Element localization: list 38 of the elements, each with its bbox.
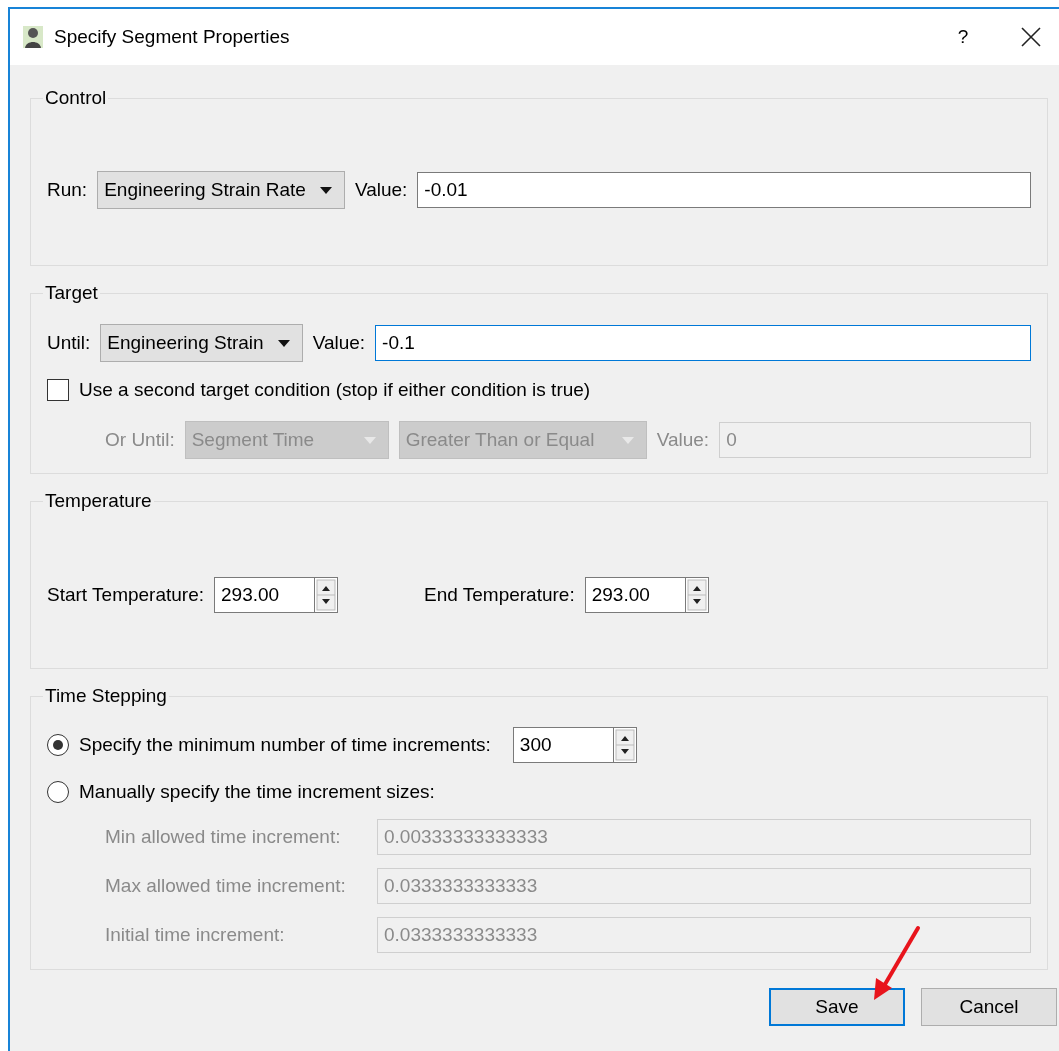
field-label: Min allowed time increment: bbox=[105, 826, 342, 848]
dropdown-caret-icon bbox=[277, 339, 290, 347]
run-dropdown[interactable]: Engineering Strain Rate bbox=[97, 171, 345, 209]
save-button[interactable]: Save bbox=[769, 988, 905, 1026]
radio-label: Specify the minimum number of time increments: bbox=[79, 734, 491, 756]
dropdown-caret-icon bbox=[621, 436, 634, 444]
group-title: Target bbox=[44, 282, 99, 304]
group-title: Time Stepping bbox=[44, 685, 168, 707]
radio-button[interactable] bbox=[47, 781, 69, 803]
radio-button[interactable] bbox=[47, 734, 69, 756]
cancel-button[interactable]: Cancel bbox=[921, 988, 1057, 1026]
field-label: End Temperature: bbox=[424, 584, 575, 606]
app-icon bbox=[22, 25, 44, 49]
window-title: Specify Segment Properties bbox=[54, 26, 291, 48]
spinner-arrows-icon[interactable] bbox=[684, 577, 709, 613]
field-label: Value: bbox=[312, 332, 366, 354]
end-temperature-field[interactable]: 293.00 bbox=[584, 577, 685, 613]
value-field[interactable]: -0.01 bbox=[417, 172, 1031, 208]
field-label: Run: bbox=[47, 179, 88, 201]
dropdown-caret-icon bbox=[363, 436, 376, 444]
field-label: Value: bbox=[354, 179, 408, 201]
group-title: Control bbox=[44, 87, 108, 109]
field-label: Initial time increment: bbox=[105, 924, 286, 946]
group-title: Temperature bbox=[44, 490, 153, 512]
field-label: Value: bbox=[656, 429, 710, 451]
increment-count-field[interactable]: 300 bbox=[512, 727, 613, 763]
field-label: Or Until: bbox=[105, 429, 175, 451]
start-temperature-field[interactable]: 293.00 bbox=[214, 577, 314, 613]
spinner-arrows-icon[interactable] bbox=[314, 577, 338, 613]
field-label: Start Temperature: bbox=[47, 584, 204, 606]
field-label: Max allowed time increment: bbox=[105, 875, 347, 897]
field-label: Until: bbox=[47, 332, 91, 354]
help-button[interactable]: ? bbox=[943, 26, 983, 48]
spinner-arrows-icon[interactable] bbox=[612, 727, 637, 763]
dropdown-caret-icon bbox=[319, 186, 332, 194]
radio-label: Manually specify the time increment sizes: bbox=[79, 781, 435, 803]
close-icon[interactable] bbox=[1021, 27, 1041, 47]
checkbox-label: Use a second target condition (stop if either condition is true) bbox=[79, 379, 591, 401]
